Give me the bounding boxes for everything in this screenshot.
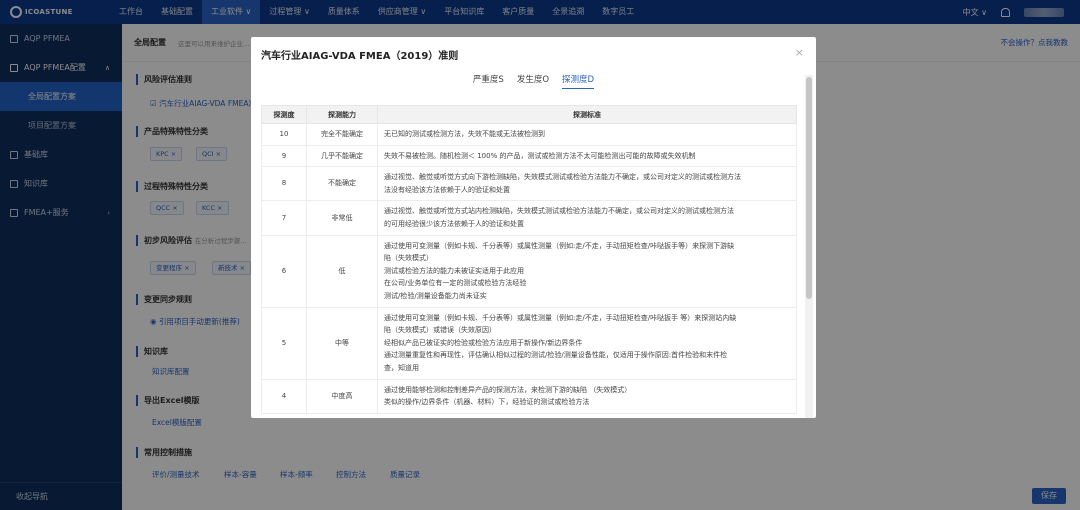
cell-ability: 完全不能确定	[306, 123, 378, 146]
criteria-line: 通过测量重复性和再现性，评估确认相似过程的测试/检验/测量设备性能，仅适用于操作…	[384, 351, 728, 360]
cell-criteria: 通过视觉、触觉或听觉方式向下游检测缺陷，失效模式测试或检验方法能力不确定，或公司…	[377, 166, 797, 202]
tab-detection[interactable]: 探测度D	[562, 73, 595, 89]
criteria-line: 类似的操作/边界条件（机器、材料）下，经验证的测试或检验方法	[384, 398, 590, 407]
criteria-line: 陷（失效模式）	[384, 254, 433, 263]
column-header-criteria: 探测标准	[377, 105, 797, 124]
scrollbar-thumb[interactable]	[806, 77, 812, 299]
criteria-line: 通过使用可变测量（例如卡规、千分表等）或属性测量（例如:走/不走，手动扭矩检查/…	[384, 313, 737, 322]
criteria-table: 探测度 探测能力 探测标准 10 完全不能确定 无已知的测试或检测方法，失效不能或无…	[261, 105, 797, 414]
criteria-line: 测试/检验/测量设备能力尚未证实	[384, 291, 487, 300]
criteria-line: 失效不易被检测。随机检测＜ 100% 的产品，测试或检测方法不太可能检测出可能的…	[384, 151, 696, 160]
column-header-ability: 探测能力	[306, 105, 378, 124]
cell-score: 6	[261, 234, 307, 308]
criteria-line: 的可用经验很少该方法依赖于人的验证和处置	[384, 219, 524, 228]
table-row: 5 中等 通过使用可变测量（例如卡规、千分表等）或属性测量（例如:走/不走，手动扭矩…	[261, 306, 797, 380]
criteria-line: 通过使用能够检测和控制差异产品的探测方法，来检测下游的缺陷 （失效模式）	[384, 385, 632, 394]
close-icon[interactable]: ×	[795, 46, 804, 59]
table-header-row: 探测度 探测能力 探测标准	[261, 105, 797, 124]
cell-ability: 低	[306, 234, 378, 308]
cell-criteria: 无已知的测试或检测方法，失效不能或无法被检测到	[377, 123, 797, 146]
table-row: 4 中度高 通过使用能够检测和控制差异产品的探测方法，来检测下游的缺陷 （失效模式）…	[261, 378, 797, 414]
table-body: 10 完全不能确定 无已知的测试或检测方法，失效不能或无法被检测到 9 几乎不能确定 失效…	[261, 123, 797, 414]
criteria-line: 通过视觉、触觉或听觉方式向下游检测缺陷，失效模式测试或检验方法能力不确定，或公司…	[384, 173, 741, 182]
cell-criteria: 通过视觉、触觉或听觉方式站内检测缺陷，失效模式测试或检验方法能力不确定，或公司对…	[377, 200, 797, 236]
criteria-line: 法没有经验该方法依赖于人的验证和处置	[384, 185, 510, 194]
criteria-line: 在公司/业务单位有一定的测试或检验方法经验	[384, 279, 527, 288]
cell-ability: 几乎不能确定	[306, 144, 378, 168]
cell-score: 10	[261, 123, 307, 146]
cell-score: 7	[261, 200, 307, 236]
column-header-score: 探测度	[261, 105, 307, 124]
table-row: 7 非常低 通过视觉、触觉或听觉方式站内检测缺陷，失效模式测试或检验方法能力不确定，…	[261, 200, 797, 236]
cell-criteria: 通过使用可变测量（例如卡规、千分表等）或属性测量（例如:走/不走，手动扭矩检查/…	[377, 234, 797, 308]
criteria-line: 查，知道用	[384, 363, 419, 372]
table-row: 10 完全不能确定 无已知的测试或检测方法，失效不能或无法被检测到	[261, 123, 797, 146]
tab-occurrence[interactable]: 发生度O	[517, 73, 549, 89]
cell-score: 5	[261, 306, 307, 380]
cell-criteria: 通过使用能够检测和控制差异产品的探测方法，来检测下游的缺陷 （失效模式） 类似的操…	[377, 378, 797, 414]
modal-scrollbar[interactable]	[805, 75, 813, 418]
table-row: 9 几乎不能确定 失效不易被检测。随机检测＜ 100% 的产品，测试或检测方法不太可…	[261, 144, 797, 168]
modal-title: 汽车行业AIAG-VDA FMEA（2019）准则	[261, 51, 459, 62]
cell-score: 9	[261, 144, 307, 168]
criteria-line: 通过视觉、触觉或听觉方式站内检测缺陷，失效模式测试或检验方法能力不确定，或公司对…	[384, 207, 734, 216]
criteria-modal: 汽车行业AIAG-VDA FMEA（2019）准则 × 严重度S 发生度O 探测…	[251, 37, 816, 418]
cell-score: 8	[261, 166, 307, 202]
criteria-line: 通过使用可变测量（例如卡规、千分表等）或属性测量（例如:走/不走，手动扭矩检查/…	[384, 241, 735, 250]
cell-criteria: 通过使用可变测量（例如卡规、千分表等）或属性测量（例如:走/不走，手动扭矩检查/…	[377, 306, 797, 380]
tab-severity[interactable]: 严重度S	[473, 73, 504, 89]
cell-ability: 中等	[306, 306, 378, 380]
criteria-line: 测试或检验方法的能力未被证实适用于此应用	[384, 266, 524, 275]
criteria-line: 无已知的测试或检测方法，失效不能或无法被检测到	[384, 130, 545, 138]
cell-ability: 中度高	[306, 378, 378, 414]
cell-criteria: 失效不易被检测。随机检测＜ 100% 的产品，测试或检测方法不太可能检测出可能的…	[377, 144, 797, 168]
cell-ability: 非常低	[306, 200, 378, 236]
criteria-line: 陷（失效模式）或错误（失效原因）	[384, 326, 496, 335]
criteria-table-wrap[interactable]: 探测度 探测能力 探测标准 10 完全不能确定 无已知的测试或检测方法，失效不能或无…	[261, 105, 797, 418]
cell-ability: 不能确定	[306, 166, 378, 202]
criteria-line: 经相似产品已被证实的检验或检验方法应用于新操作/新边界条件	[384, 338, 583, 347]
cell-score: 4	[261, 378, 307, 414]
table-row: 8 不能确定 通过视觉、触觉或听觉方式向下游检测缺陷，失效模式测试或检验方法能力不确…	[261, 166, 797, 202]
table-row: 6 低通过使用可变测量（例如卡规、千分表等）或属性测量（例如:走/不走，手动扭矩检…	[261, 234, 797, 308]
modal-tabs: 严重度S 发生度O 探测度D	[251, 73, 816, 89]
